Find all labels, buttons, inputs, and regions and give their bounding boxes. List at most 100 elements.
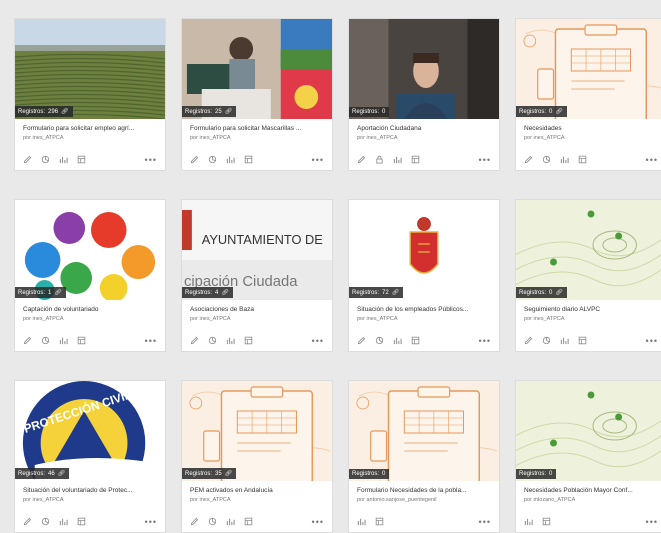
- survey-title[interactable]: PEM activados en Andalucía: [190, 487, 326, 494]
- survey-title[interactable]: Formulario para solicitar Mascarillas ..…: [190, 125, 326, 132]
- chart-pie-icon[interactable]: [41, 155, 50, 164]
- data-table-icon[interactable]: [244, 517, 253, 526]
- edit-icon[interactable]: [190, 336, 199, 345]
- survey-owner: por ines_ATPCA: [524, 135, 565, 141]
- more-options-icon[interactable]: •••: [646, 155, 658, 164]
- link-icon: 🔗︎: [54, 290, 62, 296]
- bar-chart-icon[interactable]: [560, 155, 569, 164]
- bar-chart-icon[interactable]: [59, 517, 68, 526]
- survey-card[interactable]: Registros: 296 🔗︎ Formulario para solicitar…: [14, 18, 166, 171]
- chart-pie-icon[interactable]: [542, 155, 551, 164]
- data-table-icon[interactable]: [77, 155, 86, 164]
- more-options-icon[interactable]: •••: [312, 517, 324, 526]
- survey-title[interactable]: Necesidades: [524, 125, 660, 132]
- edit-icon[interactable]: [524, 336, 533, 345]
- bar-chart-icon[interactable]: [226, 155, 235, 164]
- chart-pie-icon[interactable]: [41, 517, 50, 526]
- survey-title[interactable]: Formulario Necesidades de la pobla...: [357, 487, 493, 494]
- survey-title[interactable]: Necesidades Población Mayor Conf...: [524, 487, 660, 494]
- survey-card[interactable]: Registros: 0 🔗︎ Necesidades por ines_ATPCA ••…: [515, 18, 661, 171]
- bar-chart-icon[interactable]: [226, 336, 235, 345]
- edit-icon[interactable]: [190, 517, 199, 526]
- chart-pie-icon[interactable]: [208, 517, 217, 526]
- bar-chart-icon[interactable]: [524, 517, 533, 526]
- survey-title[interactable]: Situación del voluntariado de Protec...: [23, 487, 159, 494]
- data-table-icon[interactable]: [578, 336, 587, 345]
- survey-thumbnail[interactable]: Registros: 0 🔗︎: [516, 19, 661, 119]
- more-options-icon[interactable]: •••: [145, 155, 157, 164]
- survey-thumbnail[interactable]: Registros: 0: [349, 381, 499, 481]
- survey-card[interactable]: Registros: 0 Aportación Ciudadana por ines_…: [348, 18, 500, 171]
- more-options-icon[interactable]: •••: [145, 517, 157, 526]
- survey-thumbnail[interactable]: PROTECCIÓN CIVIL Registros: 46 🔗︎: [15, 381, 165, 481]
- chart-pie-icon[interactable]: [41, 336, 50, 345]
- data-table-icon[interactable]: [411, 336, 420, 345]
- edit-icon[interactable]: [190, 155, 199, 164]
- bar-chart-icon[interactable]: [393, 155, 402, 164]
- chart-pie-icon[interactable]: [542, 336, 551, 345]
- survey-card[interactable]: Registros: 0 🔗︎ Seguimiento diario ALVPC por…: [515, 199, 661, 352]
- more-options-icon[interactable]: •••: [145, 336, 157, 345]
- survey-card[interactable]: Registros: 0 Necesidades Población Mayor C…: [515, 380, 661, 533]
- survey-title[interactable]: Asociaciones de Baza: [190, 306, 326, 313]
- survey-thumbnail[interactable]: Registros: 1 🔗︎: [15, 200, 165, 300]
- survey-title[interactable]: Formulario para solicitar empleo agrí...: [23, 125, 159, 132]
- bar-chart-icon[interactable]: [59, 336, 68, 345]
- records-badge: Registros: 35 🔗︎: [182, 468, 237, 479]
- survey-thumbnail[interactable]: Registros: 0: [516, 381, 661, 481]
- more-options-icon[interactable]: •••: [646, 336, 658, 345]
- survey-thumbnail[interactable]: Registros: 35 🔗︎: [182, 381, 332, 481]
- bar-chart-icon[interactable]: [226, 517, 235, 526]
- survey-thumbnail[interactable]: Registros: 72 🔗︎: [349, 200, 499, 300]
- data-table-icon[interactable]: [244, 336, 253, 345]
- chart-pie-icon[interactable]: [375, 336, 384, 345]
- edit-icon[interactable]: [524, 155, 533, 164]
- lock-icon[interactable]: [375, 155, 384, 164]
- survey-owner: por ines_ATPCA: [23, 316, 64, 322]
- card-actions: •••: [357, 336, 491, 345]
- survey-thumbnail[interactable]: Registros: 0: [349, 19, 499, 119]
- chart-pie-icon[interactable]: [208, 336, 217, 345]
- survey-card[interactable]: Registros: 1 🔗︎ Captación de voluntariado po…: [14, 199, 166, 352]
- survey-card[interactable]: Registros: 35 🔗︎ PEM activados en Andalucía…: [181, 380, 333, 533]
- data-table-icon[interactable]: [77, 336, 86, 345]
- bar-chart-icon[interactable]: [393, 336, 402, 345]
- edit-icon[interactable]: [357, 155, 366, 164]
- chart-pie-icon[interactable]: [208, 155, 217, 164]
- edit-icon[interactable]: [357, 336, 366, 345]
- bar-chart-icon[interactable]: [59, 155, 68, 164]
- edit-icon[interactable]: [23, 517, 32, 526]
- survey-card[interactable]: Registros: 0 Formulario Necesidades de la …: [348, 380, 500, 533]
- more-options-icon[interactable]: •••: [479, 517, 491, 526]
- data-table-icon[interactable]: [542, 517, 551, 526]
- survey-card[interactable]: Registros: 25 🔗︎ Formulario para solicitar …: [181, 18, 333, 171]
- more-options-icon[interactable]: •••: [312, 336, 324, 345]
- survey-card[interactable]: Registros: 72 🔗︎ Situación de los empleados…: [348, 199, 500, 352]
- link-icon: 🔗︎: [555, 290, 563, 296]
- survey-title[interactable]: Captación de voluntariado: [23, 306, 159, 313]
- more-options-icon[interactable]: •••: [646, 517, 658, 526]
- more-options-icon[interactable]: •••: [479, 155, 491, 164]
- survey-title[interactable]: Aportación Ciudadana: [357, 125, 493, 132]
- bar-chart-icon[interactable]: [560, 336, 569, 345]
- data-table-icon[interactable]: [578, 155, 587, 164]
- survey-thumbnail[interactable]: Registros: 0 🔗︎: [516, 200, 661, 300]
- records-number: 1: [48, 289, 52, 296]
- survey-card[interactable]: AYUNTAMIENTO DE cipación Ciudada Registr…: [181, 199, 333, 352]
- data-table-icon[interactable]: [77, 517, 86, 526]
- survey-title[interactable]: Seguimiento diario ALVPC: [524, 306, 660, 313]
- data-table-icon[interactable]: [411, 155, 420, 164]
- more-options-icon[interactable]: •••: [479, 336, 491, 345]
- card-actions: •••: [23, 336, 157, 345]
- survey-title[interactable]: Situación de los empleados Públicos...: [357, 306, 493, 313]
- survey-thumbnail[interactable]: Registros: 296 🔗︎: [15, 19, 165, 119]
- data-table-icon[interactable]: [244, 155, 253, 164]
- edit-icon[interactable]: [23, 155, 32, 164]
- more-options-icon[interactable]: •••: [312, 155, 324, 164]
- bar-chart-icon[interactable]: [357, 517, 366, 526]
- survey-thumbnail[interactable]: Registros: 25 🔗︎: [182, 19, 332, 119]
- edit-icon[interactable]: [23, 336, 32, 345]
- data-table-icon[interactable]: [375, 517, 384, 526]
- survey-thumbnail[interactable]: AYUNTAMIENTO DE cipación Ciudada Registr…: [182, 200, 332, 300]
- survey-card[interactable]: PROTECCIÓN CIVIL Registros: 46 🔗︎ Situación…: [14, 380, 166, 533]
